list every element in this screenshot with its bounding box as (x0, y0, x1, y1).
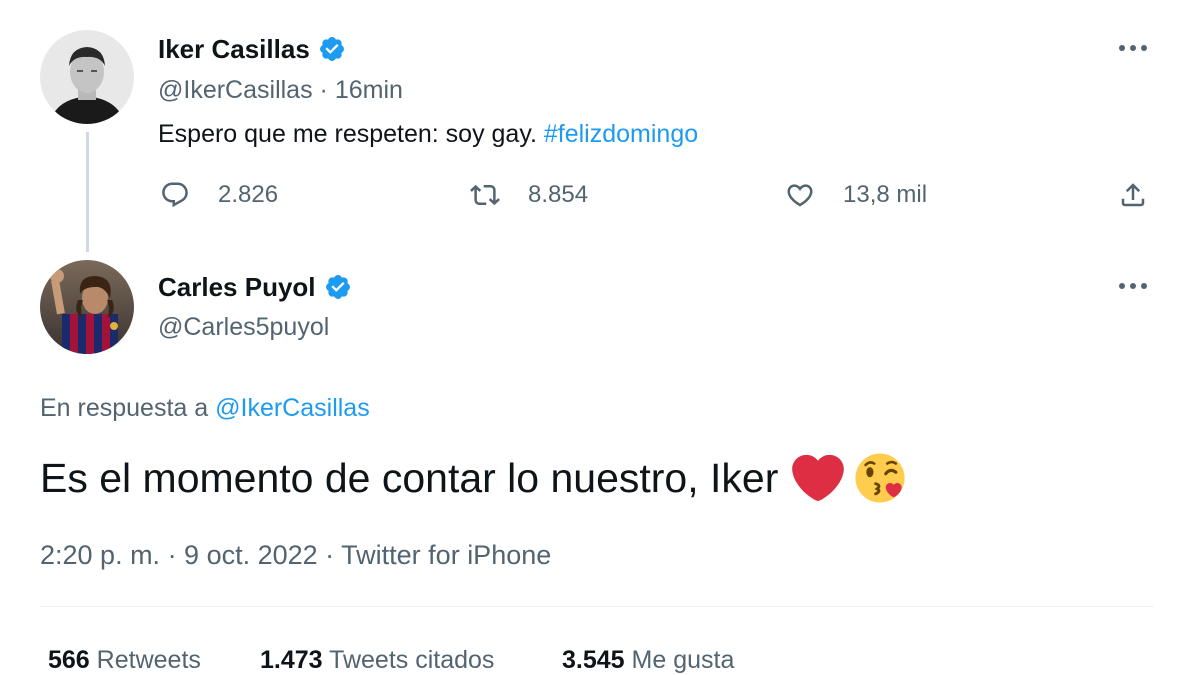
separator-dot: · (319, 76, 328, 104)
tweet-text: Espero que me respeten: soy gay. #felizd… (158, 120, 698, 149)
retweets-stat[interactable]: 566 Retweets (48, 646, 201, 675)
like-count: 13,8 mil (843, 181, 928, 208)
retweet-count: 8.854 (528, 181, 589, 208)
author-name-row[interactable]: Iker Casillas (158, 34, 346, 65)
tweet-time[interactable]: 16min (335, 76, 403, 104)
hashtag-link[interactable]: #felizdomingo (544, 120, 698, 148)
more-options-button[interactable] (1118, 38, 1148, 62)
main-tweet-body: Es el momento de contar lo nuestro, Iker (40, 454, 779, 501)
verified-badge-icon (319, 37, 344, 62)
stat-count: 3.545 (562, 646, 625, 674)
reply-icon (162, 182, 188, 208)
author-handle[interactable]: @IkerCasillas (158, 76, 313, 104)
avatar-carles-puyol[interactable] (40, 260, 134, 354)
reply-count: 2.826 (218, 181, 279, 208)
likes-stat[interactable]: 3.545 Me gusta (562, 646, 734, 675)
tweet-text-body: Espero que me respeten: soy gay. (158, 120, 537, 148)
author-name-row[interactable]: Carles Puyol (158, 272, 352, 303)
handle-time-row: @IkerCasillas · 16min (158, 76, 403, 105)
stat-count: 566 (48, 646, 90, 674)
thread-connector-line (86, 132, 89, 252)
face-blowing-kiss-icon (855, 453, 905, 503)
share-icon (1121, 183, 1145, 207)
heart-outline-icon (787, 184, 813, 207)
stat-count: 1.473 (260, 646, 323, 674)
stat-label: Retweets (96, 646, 201, 674)
like-action[interactable]: 13,8 mil (785, 180, 927, 210)
share-action[interactable] (1118, 180, 1148, 210)
more-horizontal-icon (1119, 45, 1147, 51)
red-heart-icon (792, 454, 845, 502)
more-options-button[interactable] (1118, 276, 1148, 300)
author-name[interactable]: Iker Casillas (158, 34, 310, 64)
more-horizontal-icon (1119, 283, 1147, 289)
reply-action[interactable]: 2.826 (160, 180, 278, 210)
author-name[interactable]: Carles Puyol (158, 272, 316, 302)
reply-context: En respuesta a @IkerCasillas (40, 394, 370, 423)
author-handle[interactable]: @Carles5puyol (158, 313, 329, 342)
retweet-icon (470, 184, 500, 206)
tweet-metadata[interactable]: 2:20 p. m. · 9 oct. 2022 · Twitter for i… (40, 540, 551, 571)
verified-badge-icon (325, 275, 350, 300)
divider (40, 606, 1154, 607)
stat-label: Tweets citados (329, 646, 495, 674)
avatar-iker-casillas[interactable] (40, 30, 134, 124)
reply-handle-link[interactable]: @IkerCasillas (215, 394, 370, 422)
stat-label: Me gusta (631, 646, 735, 674)
quote-tweets-stat[interactable]: 1.473 Tweets citados (260, 646, 494, 675)
main-tweet-text: Es el momento de contar lo nuestro, Iker (40, 450, 906, 506)
reply-prefix: En respuesta a (40, 394, 209, 422)
retweet-action[interactable]: 8.854 (470, 180, 588, 210)
